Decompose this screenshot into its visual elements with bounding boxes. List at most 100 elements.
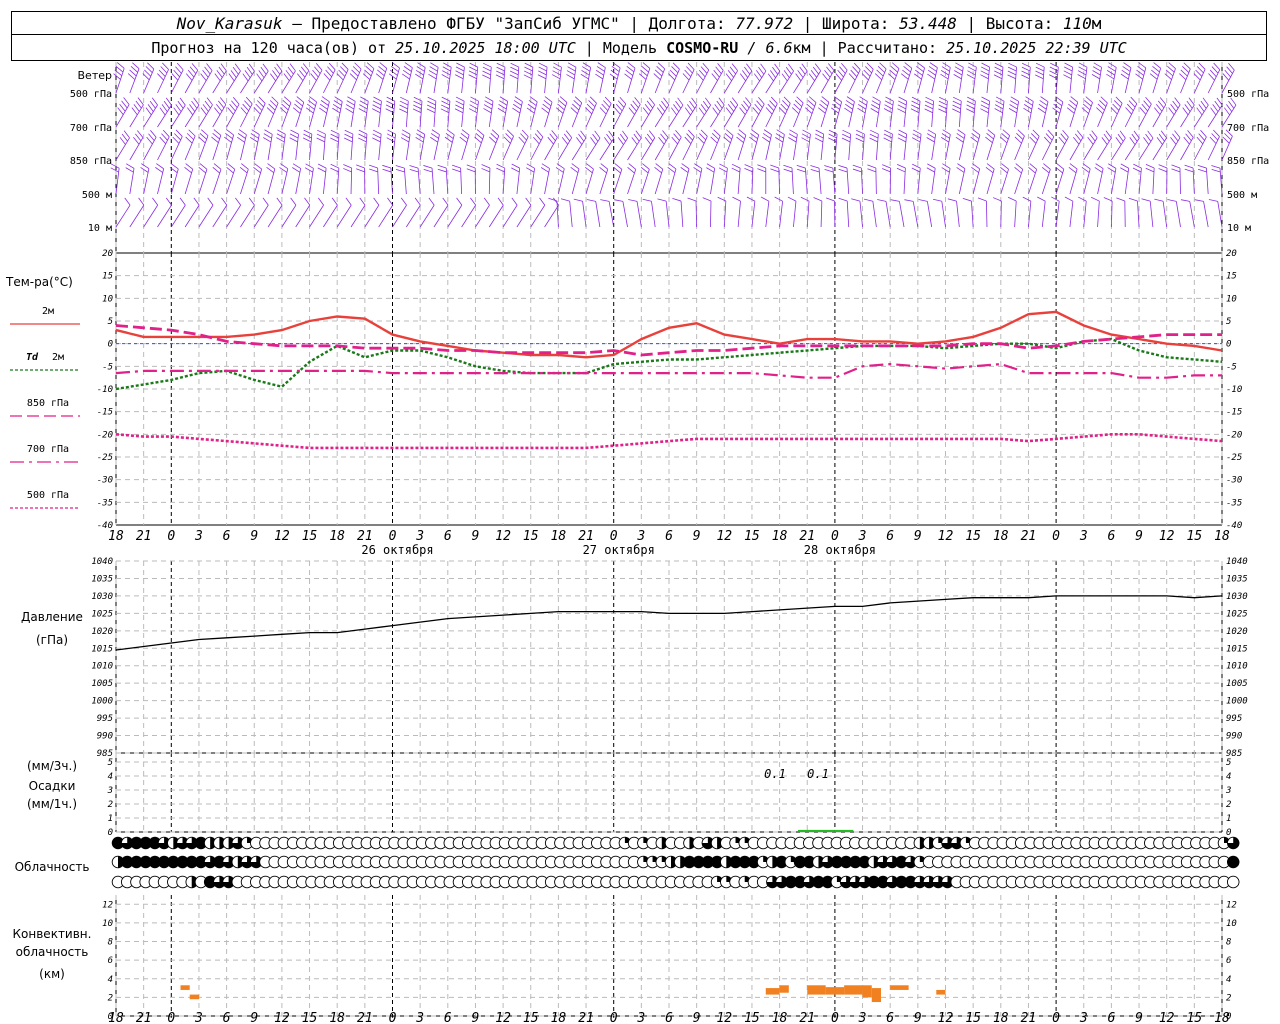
wind-barb-feather <box>547 136 554 145</box>
wind-barb-feather <box>1130 96 1138 104</box>
wind-barb-feather <box>382 168 392 173</box>
wind-barb-feather <box>1125 107 1132 115</box>
wind-barb-feather <box>586 199 596 202</box>
wind-level-label-left: 500 м <box>82 190 112 201</box>
wind-barb <box>585 130 601 161</box>
wind-barb-feather <box>1007 66 1017 72</box>
wind-barb-feather <box>258 96 266 104</box>
wind-barb-feather <box>838 197 848 202</box>
wind-barb-shaft <box>710 200 712 228</box>
wind-barb <box>115 130 130 161</box>
wind-barb-feather <box>325 69 332 78</box>
wind-barb <box>170 129 183 161</box>
wind-barb-feather <box>189 104 196 112</box>
wind-barb-feather <box>820 99 828 107</box>
wind-barb <box>887 62 900 94</box>
pressure-tick-left: 1000 <box>91 697 113 707</box>
wind-barb-feather <box>1009 104 1018 110</box>
wind-barb-feather <box>496 62 506 68</box>
wind-barb <box>170 97 186 128</box>
time-axis-bottom-tick: 9 <box>1135 1011 1143 1024</box>
wind-barb-feather <box>423 165 433 169</box>
wind-barb-shaft <box>309 168 314 195</box>
wind-barb-shaft <box>129 204 145 228</box>
wind-barb-feather <box>506 129 514 137</box>
wind-barb-feather <box>482 62 492 68</box>
legend-series-label: 850 гПа <box>27 398 69 409</box>
time-axis-mid-tick: 15 <box>744 529 760 544</box>
wind-barb-feather <box>732 196 741 202</box>
wind-barb-feather <box>765 107 773 115</box>
wind-barb <box>1180 97 1195 128</box>
cloud-symbol-outline <box>1226 875 1240 889</box>
wind-barb-feather <box>1158 164 1168 169</box>
wind-barb-feather <box>788 133 797 139</box>
wind-barb-feather <box>281 103 289 111</box>
wind-barb <box>240 63 255 94</box>
wind-barb-feather <box>136 130 144 138</box>
conv-tick-left: 6 <box>108 956 113 966</box>
wind-barb <box>926 129 937 161</box>
wind-barb-feather <box>161 133 168 141</box>
wind-barb-feather <box>596 66 605 72</box>
wind-barb-feather <box>566 74 575 80</box>
wind-barb-shaft <box>419 204 435 228</box>
wind-barb-feather <box>221 197 228 206</box>
wind-barb-feather <box>1153 62 1161 69</box>
wind-barb-feather <box>260 66 267 75</box>
time-axis-bottom-tick: 12 <box>938 1011 954 1024</box>
wind-barb-feather <box>698 69 706 78</box>
conv-cloud-segment <box>765 988 780 995</box>
wind-barb-feather <box>185 163 193 170</box>
conv-tick-left: 2 <box>108 993 113 1003</box>
wind-barb-feather <box>687 62 695 70</box>
time-axis-bottom-tick: 9 <box>250 1011 258 1024</box>
wind-barb-feather <box>538 66 547 72</box>
wind-barb-feather <box>1001 132 1009 140</box>
wind-barb-feather <box>745 97 752 105</box>
wind-barb-feather <box>1164 73 1172 80</box>
wind-barb-feather <box>430 136 439 143</box>
wind-barb-feather <box>824 168 834 173</box>
wind-barb-feather <box>309 96 317 103</box>
wind-barb-shaft <box>1028 201 1032 228</box>
wind-barb-feather <box>248 63 255 72</box>
wind-barb-feather <box>399 108 408 114</box>
wind-barb-feather <box>257 100 264 108</box>
time-axis-bottom-tick: 6 <box>1107 1011 1115 1024</box>
conv-tick-left: 0 <box>108 1012 113 1022</box>
pressure-tick-left: 1020 <box>91 627 113 637</box>
wind-barb-feather <box>151 97 158 106</box>
wind-barb-feather <box>442 70 451 76</box>
wind-barb-feather <box>1107 66 1116 72</box>
wind-barb-feather <box>377 69 385 77</box>
wind-barb <box>253 96 266 128</box>
wind-barb-feather <box>359 197 366 206</box>
wind-barb-feather <box>199 133 207 140</box>
wind-barb-feather <box>956 133 965 139</box>
wind-barb-feather <box>132 62 140 69</box>
wind-barb-feather <box>454 74 464 80</box>
wind-barb-feather <box>216 103 223 112</box>
wind-barb-feather <box>642 163 650 170</box>
wind-barb-feather <box>1094 167 1103 173</box>
conv-unit: (км) <box>39 967 65 981</box>
wind-barb-feather <box>1136 69 1145 76</box>
wind-barb-feather <box>783 96 791 104</box>
wind-barb-feather <box>1195 69 1203 77</box>
wind-barb-feather <box>382 164 392 169</box>
wind-barb-feather <box>327 66 334 74</box>
wind-barb-feather <box>1180 199 1190 202</box>
wind-barb-feather <box>876 69 884 77</box>
wind-barb <box>736 129 747 161</box>
wind-barb <box>627 130 642 161</box>
conv-cloud-segment <box>844 985 863 995</box>
wind-barb <box>392 197 407 228</box>
wind-barb-feather <box>924 104 934 110</box>
wind-barb-feather <box>802 129 811 135</box>
wind-barb-feather <box>372 137 381 143</box>
wind-barb-feather <box>1157 100 1165 109</box>
wind-barb-feather <box>841 62 848 71</box>
wind-barb-feather <box>760 196 770 202</box>
wind-barb-feather <box>469 100 479 106</box>
